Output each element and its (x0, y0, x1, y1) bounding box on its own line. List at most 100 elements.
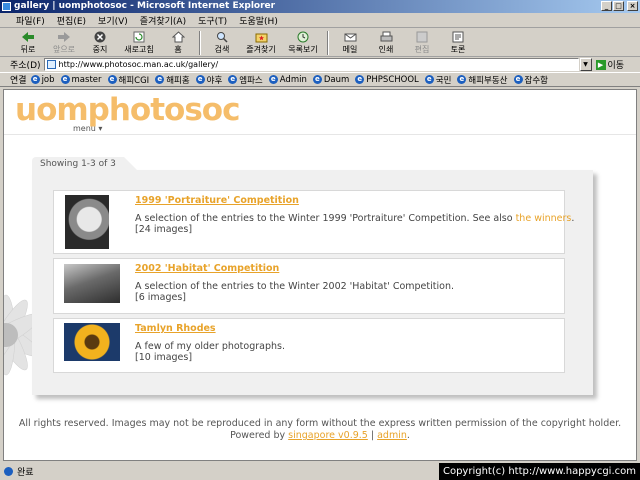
address-dropdown-button[interactable]: ▼ (579, 58, 592, 71)
stop-button[interactable]: 중지 (82, 29, 118, 57)
stop-label: 중지 (92, 45, 108, 54)
link-item[interactable]: e 해피홈 (155, 74, 190, 86)
link-label: 잡수함 (524, 75, 548, 86)
image-count: [6 images] (135, 292, 187, 303)
ie-page-icon: e (155, 75, 165, 84)
go-label: 이동 (607, 61, 625, 71)
link-item[interactable]: e PHPSCHOOL (355, 75, 419, 85)
link-item[interactable]: e job (30, 75, 55, 85)
ie-page-icon (4, 467, 13, 476)
menu-tools[interactable]: 도구(T) (192, 14, 233, 27)
gallery-description: A few of my older photographs. (135, 341, 286, 352)
edit-page-icon (415, 31, 429, 43)
history-button[interactable]: 목록보기 (282, 29, 324, 57)
image-count: [10 images] (135, 352, 193, 363)
sunflower-thumbnail[interactable] (64, 323, 120, 361)
status-text: 완료 (17, 468, 34, 478)
ie-page-icon: e (457, 75, 467, 84)
link-item[interactable]: e 해피CGI (107, 74, 149, 86)
menu-bar: 파일(F) 편집(E) 보기(V) 즐겨찾기(A) 도구(T) 도움말(H) (0, 13, 640, 28)
menu-favorites[interactable]: 즐겨찾기(A) (134, 14, 192, 27)
home-icon (171, 31, 185, 43)
go-button[interactable]: ▶ 이동 (595, 58, 625, 71)
discuss-button[interactable]: 토론 (440, 29, 476, 57)
menu-edit[interactable]: 편집(E) (51, 14, 92, 27)
go-arrow-icon: ▶ (595, 59, 606, 70)
ie-page-icon: e (268, 75, 278, 84)
winners-link[interactable]: the winners (516, 213, 572, 224)
gallery-title-link[interactable]: 1999 'Portraiture' Competition (135, 195, 299, 206)
refresh-button[interactable]: 새로고침 (118, 29, 160, 57)
copyright-banner: Copyright(c) http://www.happycgi.com (438, 463, 640, 480)
search-label: 검색 (214, 45, 230, 54)
toolbar: 뒤로 앞으로 중지 새로고침 홈 검색 즐겨찾기 목록보기 메일 인쇄 편집 토… (0, 29, 640, 57)
links-label: 연결 (10, 76, 27, 86)
description-end: . (571, 213, 575, 224)
print-button[interactable]: 인쇄 (368, 29, 404, 57)
link-label: 야후 (206, 75, 223, 86)
stop-icon (93, 31, 107, 43)
link-item[interactable]: e 잡수함 (513, 74, 548, 86)
close-button[interactable]: × (627, 1, 638, 11)
mail-button[interactable]: 메일 (332, 29, 368, 57)
minimize-button[interactable]: _ (601, 1, 612, 11)
link-label: 해피홈 (166, 75, 190, 86)
favorites-button[interactable]: 즐겨찾기 (240, 29, 282, 57)
edit-button[interactable]: 편집 (404, 29, 440, 57)
toolbar-separator (199, 31, 201, 55)
gallery-description: A selection of the entries to the Winter… (135, 281, 454, 292)
page-icon (46, 60, 56, 69)
link-item[interactable]: e 해피부동산 (457, 74, 508, 86)
link-item[interactable]: e 국민 (424, 74, 451, 86)
link-item[interactable]: e Admin (268, 74, 307, 85)
edit-label: 편집 (414, 45, 430, 54)
image-count: [24 images] (135, 224, 193, 235)
ie-page-icon: e (513, 75, 523, 84)
powered-by-line: Powered by singapore v0.9.5 | admin. (4, 430, 636, 442)
discuss-label: 토론 (450, 45, 466, 54)
ie-page-icon: e (60, 75, 70, 84)
back-button[interactable]: 뒤로 (10, 29, 46, 57)
menu-view[interactable]: 보기(V) (92, 14, 134, 27)
link-item[interactable]: e 엠파스 (228, 74, 263, 86)
link-label: 엠파스 (239, 75, 263, 86)
gallery-title-link[interactable]: Tamlyn Rhodes (135, 323, 216, 334)
window-title: gallery | uomphotosoc - Microsoft Intern… (14, 1, 276, 11)
gallery-title-link[interactable]: 2002 'Habitat' Competition (135, 263, 279, 274)
link-label: master (71, 74, 102, 85)
portrait-thumbnail[interactable] (65, 195, 109, 249)
favorites-label: 즐겨찾기 (246, 45, 276, 54)
gallery-description: A selection of the entries to the Winter… (135, 213, 574, 224)
gallery-panel: 1999 'Portraiture' Competition A selecti… (32, 170, 593, 395)
back-label: 뒤로 (20, 45, 36, 54)
clothespin-thumbnail[interactable] (64, 264, 120, 303)
address-input[interactable]: http://www.photosoc.man.ac.uk/gallery/ (43, 58, 579, 71)
search-button[interactable]: 검색 (204, 29, 240, 57)
link-item[interactable]: e Daum (312, 75, 349, 85)
ie-page-icon: e (424, 75, 434, 84)
gallery-entry: Tamlyn Rhodes A few of my older photogra… (53, 318, 565, 373)
menu-file[interactable]: 파일(F) (10, 14, 51, 27)
address-bar: 주소(D) http://www.photosoc.man.ac.uk/gall… (0, 57, 640, 72)
link-item[interactable]: e master (60, 74, 102, 85)
singapore-link[interactable]: singapore v0.9.5 (288, 430, 368, 441)
site-menu-link[interactable]: menu ▾ (73, 124, 102, 133)
gallery-entry: 1999 'Portraiture' Competition A selecti… (53, 190, 574, 254)
site-logo[interactable]: uomphotosoc (15, 92, 240, 128)
menu-help[interactable]: 도움말(H) (233, 14, 284, 27)
powered-by-text: Powered by (230, 430, 286, 441)
admin-link[interactable]: admin (377, 430, 407, 441)
toolbar-separator (327, 31, 329, 55)
address-url: http://www.photosoc.man.ac.uk/gallery/ (58, 60, 219, 69)
history-label: 목록보기 (288, 45, 318, 54)
maximize-button[interactable]: □ (613, 1, 624, 11)
refresh-label: 새로고침 (124, 45, 154, 54)
home-button[interactable]: 홈 (160, 29, 196, 57)
page-viewport[interactable]: uomphotosoc menu ▾ Showing 1-3 of 3 1999… (3, 89, 637, 461)
home-label: 홈 (174, 45, 182, 54)
forward-button[interactable]: 앞으로 (46, 29, 82, 57)
ie-page-icon: e (30, 75, 40, 84)
ie-page-icon: e (228, 75, 238, 84)
link-label: Admin (279, 74, 307, 85)
link-item[interactable]: e 야후 (195, 74, 223, 86)
